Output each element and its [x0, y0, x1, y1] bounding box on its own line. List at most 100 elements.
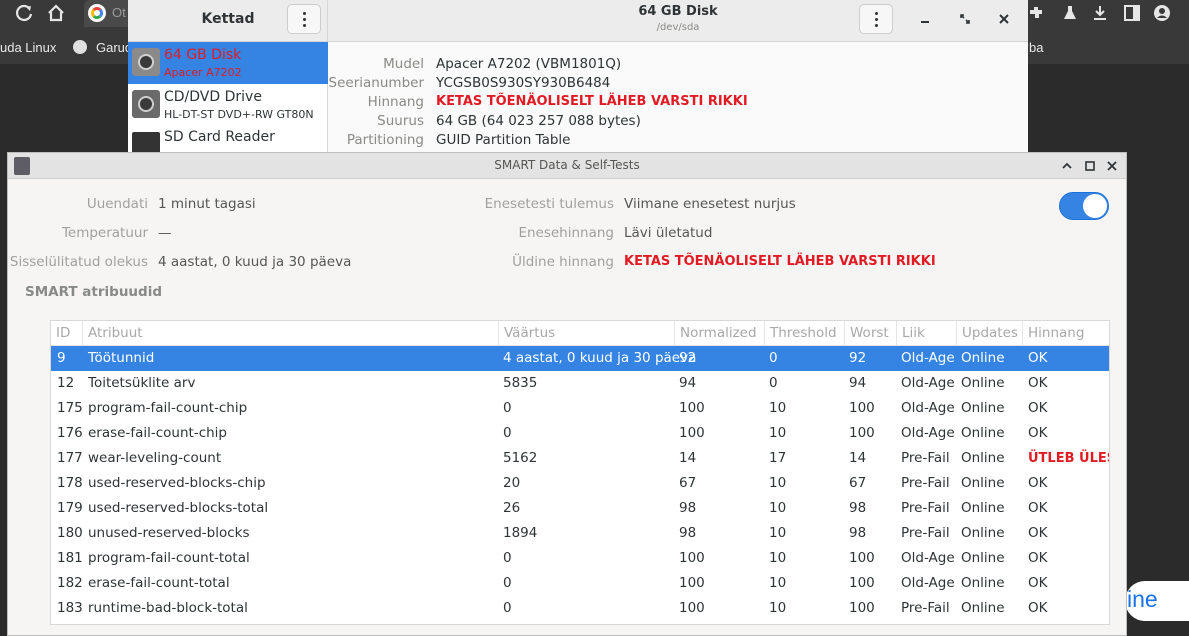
summary-value: — [158, 225, 172, 241]
cell-normalized: 14 [679, 450, 697, 466]
section-title: SMART atribuudid [25, 284, 162, 300]
smart-dialog: SMART Data & Self-Tests Uuendati 1 minut… [7, 152, 1127, 636]
summary-label: Temperatuur [61, 225, 148, 241]
cell-normalized: 100 [679, 600, 705, 616]
reload-icon[interactable] [14, 3, 34, 23]
column-header-worst[interactable]: Worst [845, 321, 897, 346]
drive-item-cd-dvd[interactable]: CD/DVD Drive HL-DT-ST DVD+-RW GT80N [128, 84, 328, 126]
cell-assessment: ÜTLEB ÜLES [1028, 451, 1110, 466]
cell-assessment: OK [1028, 525, 1048, 541]
property-label: Suurus [377, 113, 424, 129]
column-header-attribute[interactable]: Atribuut [83, 321, 499, 346]
column-header-normalized[interactable]: Normalized [675, 321, 765, 346]
cell-type: Pre-Fail [901, 500, 950, 516]
table-row[interactable]: 178 used-reserved-blocks-chip 20 67 10 67 Pre-… [51, 471, 1109, 496]
cell-threshold: 10 [769, 475, 787, 491]
tab-label[interactable]: Ot [112, 5, 126, 20]
column-header-threshold[interactable]: Threshold [765, 321, 845, 346]
page-button-partial[interactable]: ine [1125, 581, 1189, 621]
table-row[interactable]: 179 used-reserved-blocks-total 26 98 10 98 Pre… [51, 496, 1109, 521]
summary-value: Viimane enesetest nurjus [624, 196, 796, 212]
home-icon[interactable] [46, 3, 66, 23]
property-label: Hinnang [367, 94, 424, 110]
table-row[interactable]: 181 program-fail-count-total 0 100 10 100 Old-… [51, 546, 1109, 571]
cell-id: 178 [57, 475, 83, 491]
property-row: Seerianumber YCGSB0S930SY930B6484 [328, 75, 1028, 94]
table-row[interactable]: 175 program-fail-count-chip 0 100 10 100 Old-A… [51, 396, 1109, 421]
cell-normalized: 98 [679, 525, 697, 541]
cell-normalized: 100 [679, 400, 705, 416]
cell-worst: 92 [849, 350, 867, 366]
disk-menu-button[interactable] [859, 4, 893, 34]
bookmark-link[interactable]: ba [1029, 40, 1043, 55]
summary-label: Sisselülitatud olekus [9, 254, 148, 270]
extensions-icon[interactable] [1027, 4, 1045, 22]
column-header-assessment[interactable]: Hinnang [1023, 321, 1109, 346]
close-icon[interactable] [997, 12, 1011, 26]
cell-attr: runtime-bad-block-total [88, 600, 248, 616]
disks-window: Kettad 64 GB Disk /dev/sda 64 GB Disk Ap… [128, 0, 1028, 160]
assessment-value: KETAS TÕENÄOLISELT LÄHEB VARSTI RIKKI [436, 94, 748, 109]
table-row[interactable]: 177 wear-leveling-count 5162 14 17 14 Pre-Fail… [51, 446, 1110, 471]
chevron-up-icon[interactable] [1060, 159, 1074, 173]
table-row[interactable]: 180 unused-reserved-blocks 1894 98 10 98 Pre-F… [51, 521, 1109, 546]
cell-assessment: OK [1028, 350, 1048, 366]
flask-icon[interactable] [1061, 4, 1079, 22]
table-row[interactable]: 176 erase-fail-count-chip 0 100 10 100 Old-Age… [51, 421, 1109, 446]
column-header-id[interactable]: ID [51, 321, 83, 346]
harddisk-icon [132, 48, 160, 76]
close-icon[interactable] [1105, 159, 1119, 173]
column-header-value[interactable]: Väärtus [499, 321, 675, 346]
cell-type: Old-Age [901, 575, 955, 591]
table-row[interactable]: 183 runtime-bad-block-total 0 100 10 100 Pre-F… [51, 596, 1109, 621]
bookmark-link[interactable]: uda Linux [0, 40, 56, 55]
cell-threshold: 10 [769, 600, 787, 616]
cell-id: 175 [57, 400, 83, 416]
smart-enable-toggle[interactable] [1059, 192, 1109, 220]
cell-normalized: 94 [679, 375, 697, 391]
cell-worst: 100 [849, 575, 875, 591]
optical-drive-icon [132, 90, 160, 118]
table-row[interactable]: 12 Toitetsüklite arv 5835 94 0 94 Old-Age Onlin… [51, 371, 1109, 396]
cell-normalized: 92 [679, 350, 697, 366]
sidepanel-icon[interactable] [1123, 4, 1141, 22]
cell-id: 181 [57, 550, 83, 566]
summary-value: 4 aastat, 0 kuud ja 30 päeva [158, 254, 352, 270]
drive-item-64gb-disk[interactable]: 64 GB Disk Apacer A7202 [128, 42, 328, 84]
drive-list: 64 GB Disk Apacer A7202 CD/DVD Drive HL-… [128, 42, 328, 160]
cell-worst: 100 [849, 400, 875, 416]
cell-value: 0 [503, 575, 512, 591]
maximize-icon[interactable] [958, 12, 972, 26]
summary-label: Enesetesti tulemus [484, 196, 614, 212]
globe-icon [73, 40, 87, 54]
cell-worst: 14 [849, 450, 867, 466]
maximize-icon[interactable] [1083, 159, 1097, 173]
cell-id: 179 [57, 500, 83, 516]
toggle-knob [1083, 194, 1107, 218]
cell-updates: Online [961, 600, 1005, 616]
cell-attr: program-fail-count-total [88, 550, 250, 566]
cell-updates: Online [961, 575, 1005, 591]
cell-threshold: 10 [769, 500, 787, 516]
cell-value: 1894 [503, 525, 538, 541]
cell-value: 0 [503, 400, 512, 416]
cell-assessment: OK [1028, 375, 1048, 391]
minimize-icon[interactable] [918, 12, 932, 26]
cell-type: Old-Age [901, 400, 955, 416]
disk-header: 64 GB Disk /dev/sda [328, 0, 1028, 42]
cell-attr: erase-fail-count-total [88, 575, 230, 591]
column-header-type[interactable]: Liik [897, 321, 957, 346]
cell-value: 5162 [503, 450, 538, 466]
cell-type: Old-Age [901, 375, 955, 391]
cell-id: 9 [57, 350, 66, 366]
table-row[interactable]: 9 Töötunnid 4 aastat, 0 kuud ja 30 päeva 92… [51, 346, 1109, 371]
profile-icon[interactable] [1153, 4, 1171, 22]
bookmark-link[interactable]: Garud [96, 40, 132, 55]
property-value: GUID Partition Table [436, 132, 571, 148]
table-row[interactable]: 182 erase-fail-count-total 0 100 10 100 Old-Ag… [51, 571, 1109, 596]
sidebar-menu-button[interactable] [287, 4, 321, 34]
download-icon[interactable] [1091, 4, 1109, 22]
cell-worst: 98 [849, 500, 867, 516]
column-header-updates[interactable]: Updates [957, 321, 1023, 346]
cell-id: 12 [57, 375, 75, 391]
